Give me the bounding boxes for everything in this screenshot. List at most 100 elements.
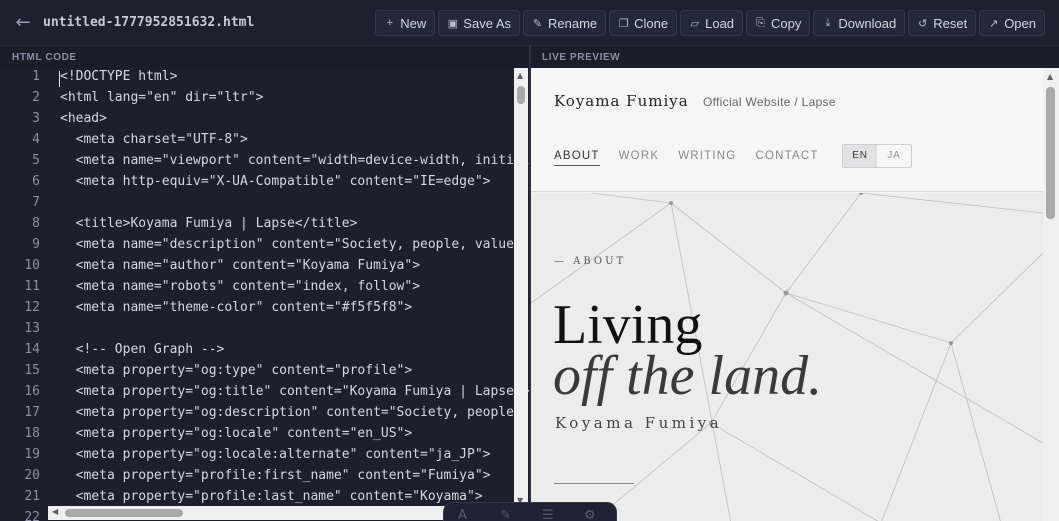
code-line[interactable]: <head> <box>60 111 107 126</box>
line-number: 6 <box>32 174 40 189</box>
nav-work[interactable]: WORK <box>619 150 660 166</box>
code-line[interactable]: <html lang="en" dir="ltr"> <box>60 90 264 105</box>
line-number: 10 <box>24 258 40 273</box>
download-icon: ⤓ <box>825 16 831 29</box>
top-bar: ← untitled-1777952851632.html + New ▣ Save… <box>0 0 1059 46</box>
clone-label: Clone <box>634 15 669 31</box>
reset-label: Reset <box>933 15 968 31</box>
code-panel-title: HTML CODE <box>12 52 77 63</box>
nav-contact[interactable]: CONTACT <box>755 150 818 166</box>
line-number: 17 <box>24 405 40 420</box>
site-nav: ABOUT WORK WRITING CONTACT <box>554 150 819 166</box>
download-button[interactable]: ⤓ Download <box>813 10 906 36</box>
text-icon[interactable]: A <box>458 508 467 521</box>
hero-divider <box>554 483 634 484</box>
lang-en[interactable]: EN <box>843 145 877 167</box>
back-arrow-icon[interactable]: ← <box>12 12 34 34</box>
save-icon: ▣ <box>447 17 458 30</box>
preview-panel-title: LIVE PREVIEW <box>542 52 621 63</box>
code-line[interactable]: <meta property="og:type" content="profil… <box>60 363 413 378</box>
line-number: 13 <box>24 321 40 336</box>
nav-about[interactable]: ABOUT <box>554 150 600 166</box>
folder-icon: ▱ <box>690 17 699 30</box>
code-horizontal-scroll-thumb[interactable] <box>65 509 183 517</box>
line-number: 3 <box>32 111 40 126</box>
new-button[interactable]: + New <box>375 10 436 36</box>
nav-writing[interactable]: WRITING <box>678 150 736 166</box>
line-number: 18 <box>24 426 40 441</box>
download-label: Download <box>838 15 897 31</box>
line-number: 21 <box>24 489 40 504</box>
save-as-button[interactable]: ▣ Save As <box>438 10 520 36</box>
code-line[interactable]: <meta property="profile:first_name" cont… <box>60 468 491 483</box>
code-line[interactable]: <meta property="og:locale:alternate" con… <box>60 447 491 462</box>
live-preview[interactable]: Koyama Fumiya Official Website / Lapse A… <box>531 68 1059 521</box>
toolbar: + New ▣ Save As ✎ Rename ❐ Clone ▱ Load ⎘ Copy… <box>375 10 1045 36</box>
line-number: 19 <box>24 447 40 462</box>
code-line[interactable]: <!DOCTYPE html> <box>60 69 177 84</box>
save-as-label: Save As <box>463 15 511 31</box>
code-line[interactable]: <meta name="viewport" content="width=dev… <box>60 153 529 168</box>
code-line[interactable]: <meta name="author" content="Koyama Fumi… <box>60 258 420 273</box>
code-line[interactable]: <!-- Open Graph --> <box>60 342 225 357</box>
site-brand[interactable]: Koyama Fumiya <box>554 92 689 110</box>
line-number: 22 <box>24 510 40 521</box>
file-name: untitled-1777952851632.html <box>43 15 255 30</box>
copy-label: Copy <box>771 15 802 31</box>
line-number: 11 <box>24 279 40 294</box>
code-line[interactable]: <meta name="robots" content="index, foll… <box>60 279 420 294</box>
menu-icon[interactable]: ☰ <box>542 508 554 521</box>
preview-scroll-up-icon[interactable]: ▲ <box>1047 72 1053 81</box>
clipboard-icon: ⎘ <box>756 16 765 29</box>
scroll-up-icon[interactable]: ▲ <box>517 71 523 80</box>
language-switch: EN JA <box>842 144 912 168</box>
hero-author: Koyama Fumiya <box>555 414 723 432</box>
reset-button[interactable]: ↺ Reset <box>908 10 977 36</box>
hero-eyebrow: — ABOUT <box>554 256 627 267</box>
plus-icon: + <box>386 17 393 29</box>
code-editor[interactable]: 1 2 3 4 5 6 7 8 9 10 11 12 13 14 15 16 17 18 19 20 21 22 <!DO… <box>0 68 529 521</box>
line-number: 9 <box>32 237 40 252</box>
scroll-left-icon[interactable]: ◀ <box>52 507 58 516</box>
line-number-gutter: 1 2 3 4 5 6 7 8 9 10 11 12 13 14 15 16 17 18 19 20 21 22 <box>0 68 48 521</box>
reset-icon: ↺ <box>918 17 928 30</box>
rename-button[interactable]: ✎ Rename <box>523 10 607 36</box>
code-line[interactable]: <meta property="og:locale" content="en_U… <box>60 426 413 441</box>
text-cursor <box>59 71 60 87</box>
open-button[interactable]: ↗ Open <box>979 10 1045 36</box>
load-label: Load <box>705 15 735 31</box>
floating-dock: A ✎ ☰ ⚙ <box>443 502 617 521</box>
preview-scroll-thumb[interactable] <box>1046 87 1055 219</box>
line-number: 5 <box>32 153 40 168</box>
clone-button[interactable]: ❐ Clone <box>609 10 678 36</box>
external-link-icon: ↗ <box>989 17 999 30</box>
code-line[interactable]: <meta charset="UTF-8"> <box>60 132 248 147</box>
rename-label: Rename <box>548 15 598 31</box>
code-line[interactable]: <meta property="og:description" content=… <box>60 405 522 420</box>
preview-scrollbar[interactable]: ▲ <box>1043 68 1059 521</box>
code-vertical-scroll-thumb[interactable] <box>517 86 525 104</box>
code-line[interactable]: <meta property="og:title" content="Koyam… <box>60 384 529 399</box>
code-line[interactable]: <meta property="profile:last_name" conte… <box>60 489 483 504</box>
lang-ja[interactable]: JA <box>877 145 911 167</box>
site-subtitle: Official Website / Lapse <box>703 95 836 109</box>
code-line[interactable]: <title>Koyama Fumiya | Lapse</title> <box>60 216 358 231</box>
line-number: 12 <box>24 300 40 315</box>
copy-button[interactable]: ⎘ Copy <box>746 10 811 36</box>
hero-section: — ABOUT Living off the land. Koyama Fumi… <box>531 193 1043 521</box>
load-button[interactable]: ▱ Load <box>680 10 744 36</box>
brush-icon[interactable]: ✎ <box>500 508 511 521</box>
code-line[interactable]: <meta http-equiv="X-UA-Compatible" conte… <box>60 174 491 189</box>
line-number: 16 <box>24 384 40 399</box>
code-line[interactable]: <meta name="description" content="Societ… <box>60 237 522 252</box>
clone-icon: ❐ <box>618 17 629 30</box>
settings-icon[interactable]: ⚙ <box>584 508 596 521</box>
line-number: 4 <box>32 132 40 147</box>
code-line[interactable]: <meta name="theme-color" content="#f5f5f… <box>60 300 413 315</box>
new-label: New <box>400 15 427 31</box>
pencil-icon: ✎ <box>532 17 543 30</box>
line-number: 14 <box>24 342 40 357</box>
code-vertical-scrollbar[interactable]: ▲ ▼ <box>514 68 528 508</box>
line-number: 2 <box>32 90 40 105</box>
line-number: 20 <box>24 468 40 483</box>
